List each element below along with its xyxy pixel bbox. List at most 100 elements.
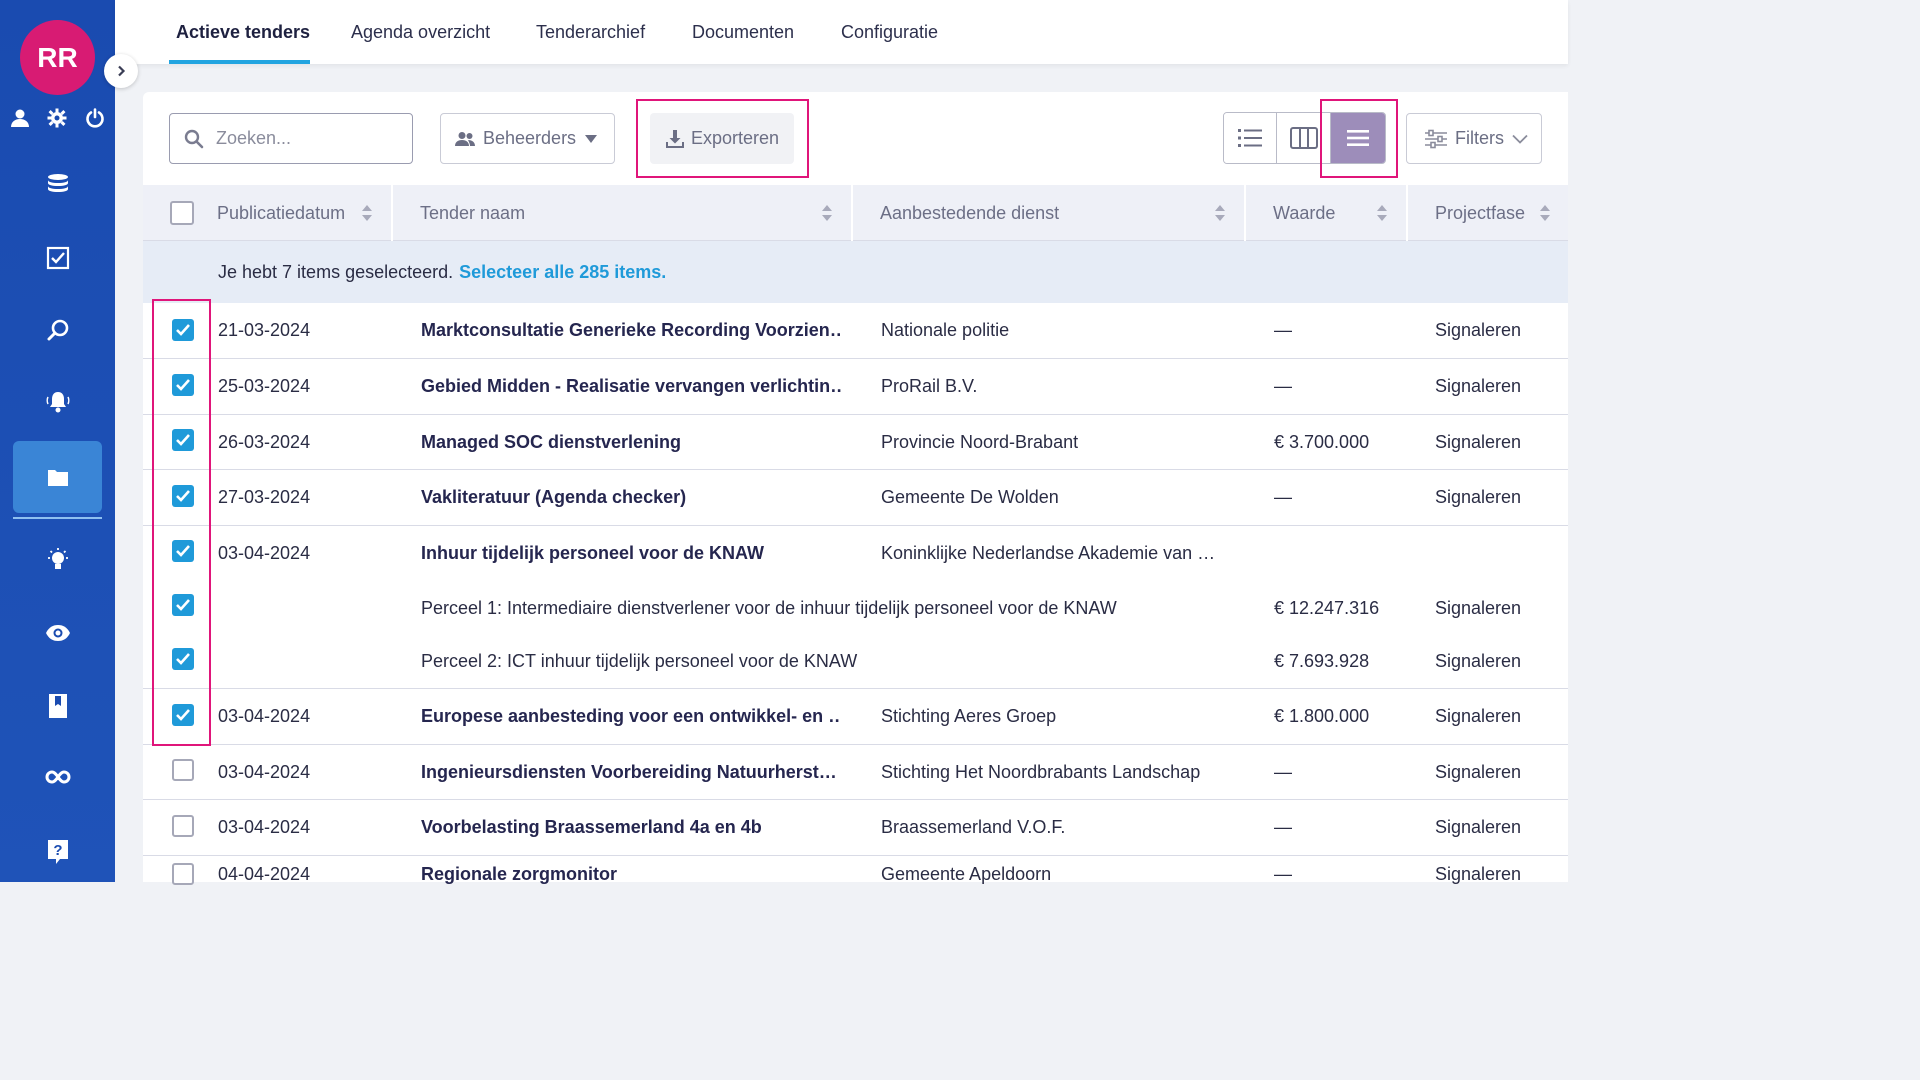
table-row[interactable]: 03-04-2024 Europese aanbesteding voor ee…: [143, 689, 1568, 745]
search-placeholder: Zoeken...: [216, 128, 292, 148]
search-icon[interactable]: [44, 316, 72, 344]
cell-waarde: —: [1274, 863, 1292, 884]
cell-date: 03-04-2024: [218, 817, 311, 837]
cell-tender-name[interactable]: Ingenieursdiensten Voorbereiding Natuurh…: [421, 745, 841, 799]
table-row[interactable]: 25-03-2024 Gebied Midden - Realisatie ve…: [143, 359, 1568, 415]
table-row[interactable]: 04-04-2024 Regionale zorgmonitor Gemeent…: [143, 856, 1568, 896]
avatar[interactable]: RR: [20, 20, 95, 95]
sidebar-active-indicator: [13, 517, 102, 519]
sort-icon[interactable]: [821, 205, 833, 221]
table-row[interactable]: 26-03-2024 Managed SOC dienstverlening P…: [143, 415, 1568, 470]
cell-tender-name[interactable]: Marktconsultatie Generieke Recording Voo…: [421, 303, 841, 358]
header-projectfase[interactable]: Projectfase: [1435, 185, 1525, 241]
cell-tender-name[interactable]: Vakliteratuur (Agenda checker): [421, 470, 841, 525]
bookmark-icon[interactable]: [44, 692, 72, 720]
sort-icon[interactable]: [361, 205, 373, 221]
cell-date: 03-04-2024: [218, 761, 311, 782]
cell-fase: Signaleren: [1435, 431, 1522, 452]
table-row[interactable]: Perceel 1: Intermediaire dienstverlener …: [143, 581, 1568, 635]
header-aanbestedende-dienst[interactable]: Aanbestedende dienst: [880, 185, 1059, 241]
table-row[interactable]: 03-04-2024 Voorbelasting Braassemerland …: [143, 800, 1568, 856]
cell-tender-name[interactable]: Europese aanbesteding voor een ontwikkel…: [421, 689, 841, 744]
lightbulb-icon[interactable]: [44, 546, 72, 576]
cell-tender-name[interactable]: Inhuur tijdelijk personeel voor de KNAW: [421, 526, 861, 581]
svg-text:?: ?: [53, 842, 62, 859]
sort-icon[interactable]: [1539, 205, 1551, 221]
row-checkbox[interactable]: [172, 815, 194, 837]
cell-dienst: Stichting Het Noordbrabants Landschap: [881, 761, 1201, 782]
help-icon[interactable]: ?: [44, 838, 72, 866]
eye-icon[interactable]: [44, 620, 72, 646]
cell-dienst: Provincie Noord-Brabant: [881, 431, 1079, 452]
table-row[interactable]: 27-03-2024 Vakliteratuur (Agenda checker…: [143, 470, 1568, 526]
list-view-button[interactable]: [1224, 113, 1278, 163]
cell-date: 25-03-2024: [218, 376, 311, 396]
checkbox-icon[interactable]: [44, 244, 72, 272]
gear-icon[interactable]: [46, 107, 68, 129]
beheerders-dropdown[interactable]: Beheerders: [440, 113, 615, 164]
column-separator: [1406, 185, 1408, 241]
select-all-checkbox[interactable]: [170, 201, 194, 225]
table-row[interactable]: 03-04-2024 Inhuur tijdelijk personeel vo…: [143, 526, 1568, 581]
header-publicatiedatum[interactable]: Publicatiedatum: [217, 185, 345, 241]
cell-fase: Signaleren: [1435, 320, 1522, 340]
tab-tenderarchief[interactable]: Tenderarchief: [536, 0, 645, 64]
sidebar-expand-button[interactable]: [104, 54, 138, 88]
users-icon: [455, 131, 475, 146]
search-input[interactable]: Zoeken...: [169, 113, 413, 164]
cell-waarde: —: [1274, 761, 1292, 782]
cell-dienst: Gemeente Apeldoorn: [881, 863, 1052, 884]
cell-date: 03-04-2024: [218, 706, 311, 726]
cell-fase: Signaleren: [1435, 651, 1522, 671]
chevron-down-icon: [1512, 134, 1528, 144]
bell-icon[interactable]: [43, 387, 73, 417]
cell-fase: Signaleren: [1435, 761, 1522, 782]
infinity-icon[interactable]: [43, 766, 73, 788]
cell-perceel-name[interactable]: Perceel 1: Intermediaire dienstverlener …: [421, 581, 1261, 635]
cell-tender-name[interactable]: Gebied Midden - Realisatie vervangen ver…: [421, 359, 841, 414]
table-row[interactable]: 03-04-2024 Ingenieursdiensten Voorbereid…: [143, 745, 1568, 800]
power-icon[interactable]: [84, 107, 106, 129]
tab-configuratie[interactable]: Configuratie: [841, 0, 938, 64]
cell-tender-name[interactable]: Regionale zorgmonitor: [421, 856, 841, 892]
cell-fase: Signaleren: [1435, 863, 1522, 884]
database-icon[interactable]: [44, 172, 72, 196]
cell-date: 26-03-2024: [218, 431, 311, 452]
cell-tender-name[interactable]: Voorbelasting Braassemerland 4a en 4b: [421, 800, 841, 855]
tab-documenten[interactable]: Documenten: [692, 0, 794, 64]
select-all-link[interactable]: Selecteer alle 285 items.: [459, 262, 666, 283]
filters-button[interactable]: Filters: [1406, 113, 1542, 164]
cell-date: 27-03-2024: [218, 487, 311, 507]
user-icon[interactable]: [9, 107, 31, 129]
table-row[interactable]: 21-03-2024 Marktconsultatie Generieke Re…: [143, 303, 1568, 359]
selection-banner: Je hebt 7 items geselecteerd. Selecteer …: [143, 241, 1568, 303]
cell-dienst: Koninklijke Nederlandse Akademie van …: [881, 543, 1216, 563]
header-waarde[interactable]: Waarde: [1273, 185, 1335, 241]
cell-waarde: € 3.700.000: [1274, 431, 1370, 452]
sort-icon[interactable]: [1376, 205, 1388, 221]
filters-label: Filters: [1455, 128, 1504, 148]
tab-actieve-tenders[interactable]: Actieve tenders: [176, 0, 310, 64]
folder-icon[interactable]: [44, 463, 72, 491]
cell-perceel-name[interactable]: Perceel 2: ICT inhuur tijdelijk personee…: [421, 635, 1261, 688]
row-checkbox[interactable]: [172, 759, 194, 781]
row-checkbox[interactable]: [172, 863, 194, 885]
beheerders-label: Beheerders: [483, 128, 577, 148]
cell-dienst: Gemeente De Wolden: [881, 487, 1059, 507]
chevron-right-icon: [118, 65, 126, 77]
cell-fase: Signaleren: [1435, 597, 1522, 618]
table-row[interactable]: Perceel 2: ICT inhuur tijdelijk personee…: [143, 635, 1568, 689]
cell-waarde: —: [1274, 376, 1292, 396]
cell-waarde: —: [1274, 817, 1292, 837]
search-icon: [184, 129, 204, 148]
column-separator: [851, 185, 853, 241]
header-tender-naam[interactable]: Tender naam: [420, 185, 525, 241]
column-separator: [1244, 185, 1246, 241]
cell-tender-name[interactable]: Managed SOC dienstverlening: [421, 415, 841, 469]
sliders-icon: [1425, 129, 1447, 148]
sort-icon[interactable]: [1214, 205, 1226, 221]
cell-date: 03-04-2024: [218, 543, 311, 563]
list-icon: [1238, 129, 1263, 147]
cell-waarde: —: [1274, 487, 1292, 507]
tab-agenda-overzicht[interactable]: Agenda overzicht: [351, 0, 490, 64]
